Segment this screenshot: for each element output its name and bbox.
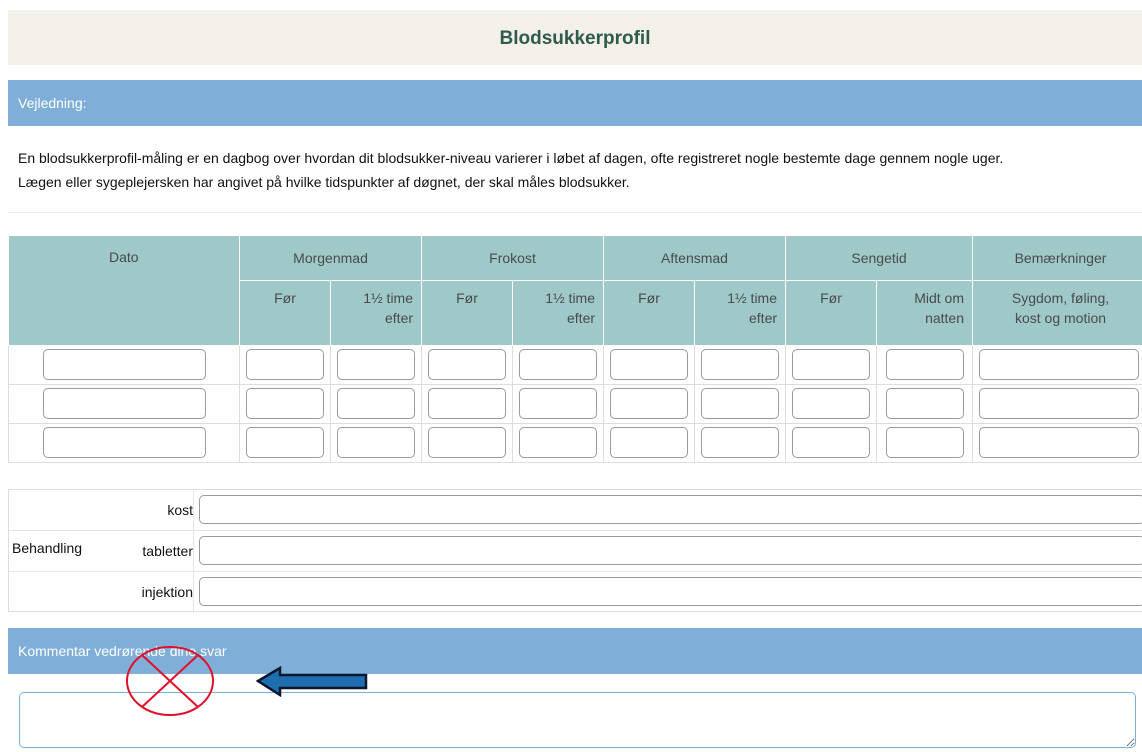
guidance-text: En blodsukkerprofil-måling er en dagbog … — [8, 125, 1142, 213]
page-title: Blodsukkerprofil — [8, 10, 1142, 65]
aftensmad-foer-input[interactable] — [610, 349, 689, 380]
bemaerkninger-input[interactable] — [979, 349, 1140, 380]
morgenmad-efter-input[interactable] — [337, 427, 415, 458]
subheader-frokost-efter: 1½ time efter — [512, 280, 605, 346]
frokost-foer-input[interactable] — [428, 388, 507, 419]
frokost-efter-input[interactable] — [519, 349, 598, 380]
subheader-frokost-foer: Før — [421, 280, 514, 346]
treatment-section: Behandling kost tabletter injektion — [8, 489, 1142, 613]
morgenmad-foer-input[interactable] — [246, 427, 324, 458]
treatment-row-tabletter: tabletter — [9, 531, 1142, 572]
dato-input[interactable] — [42, 349, 206, 380]
treatment-row-label: injektion — [141, 584, 193, 600]
dato-input[interactable] — [42, 427, 206, 458]
sengetid-foer-input[interactable] — [792, 349, 871, 380]
guidance-line-2: Lægen eller sygeplejersken har angivet p… — [18, 174, 630, 190]
sengetid-foer-input[interactable] — [792, 388, 871, 419]
bemaerkninger-input[interactable] — [979, 388, 1140, 419]
subheader-morgenmad-foer: Før — [239, 280, 331, 346]
frokost-foer-input[interactable] — [428, 427, 507, 458]
column-group-aftensmad: Aftensmad — [603, 236, 787, 281]
column-header-dato: Dato — [8, 236, 240, 346]
tabletter-input[interactable] — [199, 536, 1142, 565]
kost-input[interactable] — [199, 495, 1142, 524]
subheader-bemaerkninger: Sygdom, føling, kost og motion — [972, 280, 1142, 346]
morgenmad-efter-input[interactable] — [337, 349, 415, 380]
treatment-row-label: tabletter — [142, 543, 193, 559]
treatment-row-kost: kost — [9, 490, 1142, 531]
blood-sugar-table: Dato Morgenmad Frokost Aftensmad Sengeti… — [8, 236, 1142, 463]
subheader-aftensmad-efter: 1½ time efter — [694, 280, 787, 346]
sengetid-midt-input[interactable] — [885, 388, 964, 419]
comment-textarea[interactable] — [19, 692, 1136, 748]
frokost-foer-input[interactable] — [428, 349, 507, 380]
sengetid-foer-input[interactable] — [792, 427, 871, 458]
subheader-morgenmad-efter: 1½ time efter — [330, 280, 423, 346]
comment-header: Kommentar vedrørende dine svar — [8, 628, 1142, 674]
column-group-sengetid: Sengetid — [785, 236, 974, 281]
treatment-row-injektion: injektion — [9, 572, 1142, 613]
aftensmad-foer-input[interactable] — [610, 388, 689, 419]
morgenmad-foer-input[interactable] — [246, 349, 324, 380]
dato-input[interactable] — [42, 388, 206, 419]
column-group-bemaerkninger: Bemærkninger — [972, 236, 1142, 281]
treatment-row-label: kost — [167, 502, 193, 518]
guidance-line-1: En blodsukkerprofil-måling er en dagbog … — [18, 150, 1004, 166]
table-row — [8, 384, 1142, 424]
morgenmad-efter-input[interactable] — [337, 388, 415, 419]
subheader-aftensmad-foer: Før — [603, 280, 696, 346]
subheader-sengetid-midt: Midt om natten — [876, 280, 974, 346]
table-row — [8, 423, 1142, 463]
guidance-header: Vejledning: — [8, 80, 1142, 126]
frokost-efter-input[interactable] — [519, 388, 598, 419]
aftensmad-efter-input[interactable] — [701, 388, 780, 419]
injektion-input[interactable] — [199, 577, 1142, 606]
sengetid-midt-input[interactable] — [885, 349, 964, 380]
column-group-morgenmad: Morgenmad — [239, 236, 423, 281]
sengetid-midt-input[interactable] — [885, 427, 964, 458]
aftensmad-efter-input[interactable] — [701, 349, 780, 380]
morgenmad-foer-input[interactable] — [246, 388, 324, 419]
frokost-efter-input[interactable] — [519, 427, 598, 458]
aftensmad-efter-input[interactable] — [701, 427, 780, 458]
column-group-frokost: Frokost — [421, 236, 605, 281]
table-row — [8, 345, 1142, 385]
subheader-sengetid-foer: Før — [785, 280, 878, 346]
bemaerkninger-input[interactable] — [979, 427, 1140, 458]
aftensmad-foer-input[interactable] — [610, 427, 689, 458]
